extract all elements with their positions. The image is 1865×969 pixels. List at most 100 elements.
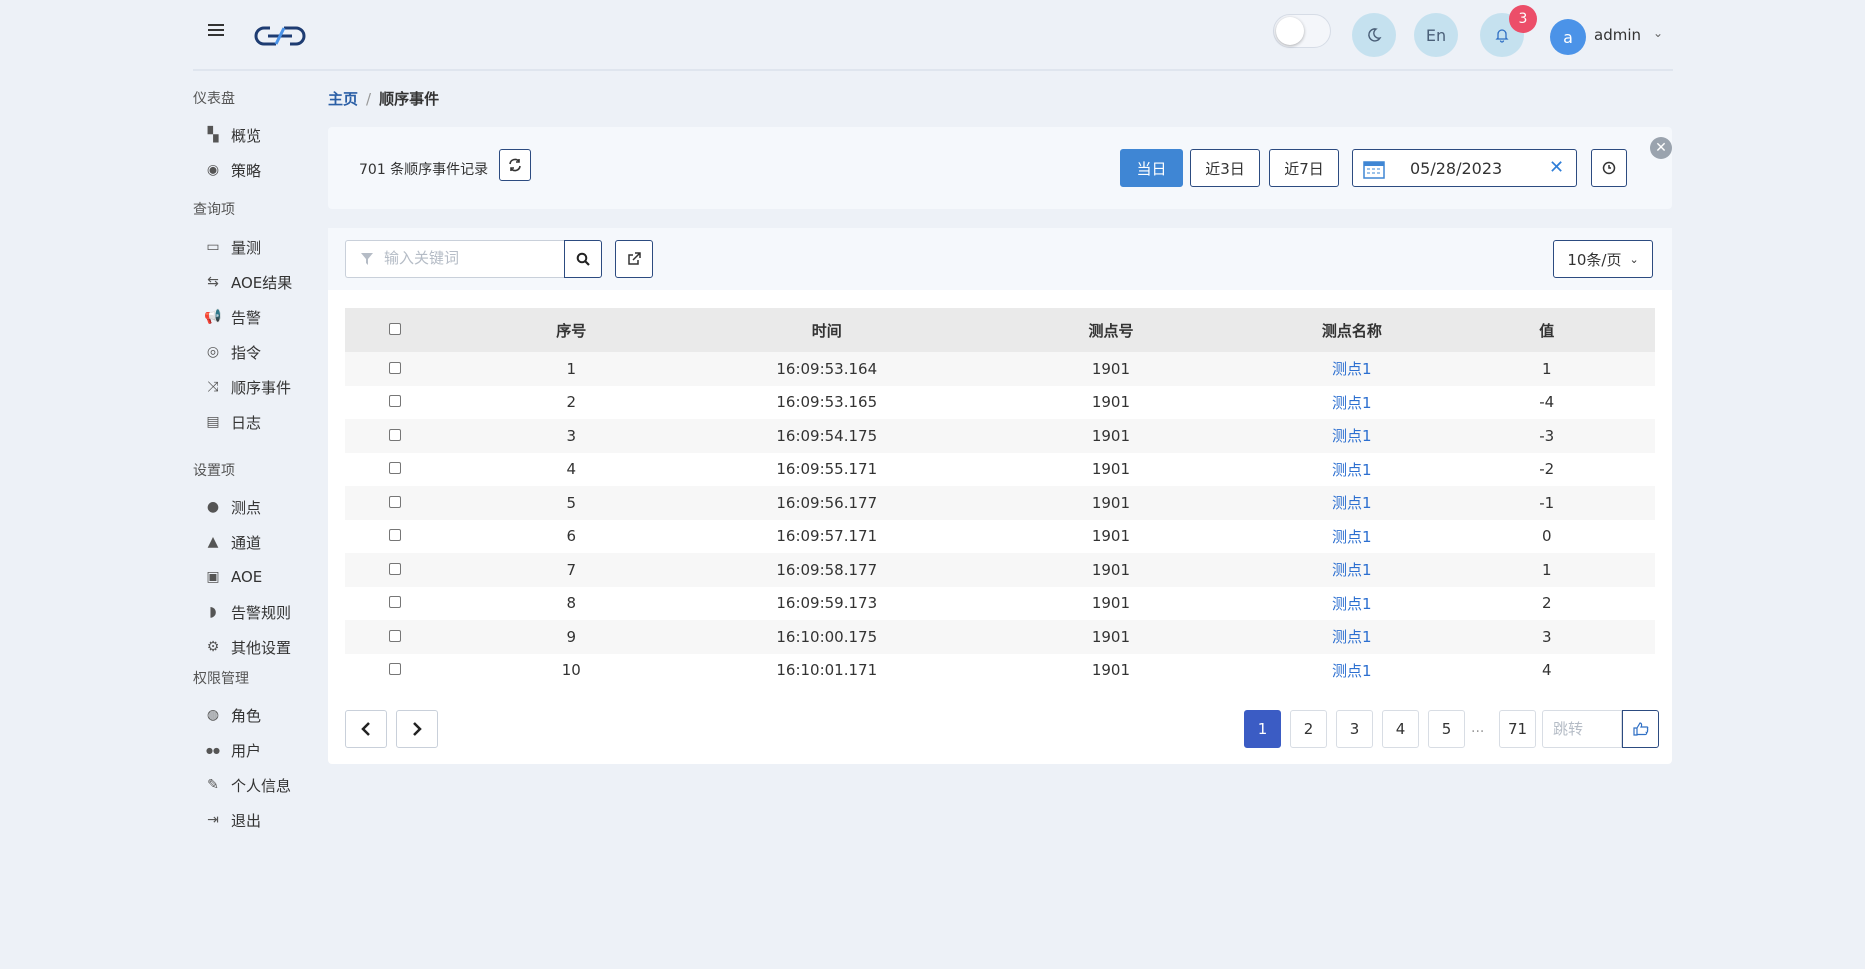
cell-value: -1	[1438, 486, 1655, 520]
point-name-link[interactable]: 测点1	[1332, 595, 1372, 613]
page-button[interactable]: 5	[1428, 710, 1465, 748]
point-name-link[interactable]: 测点1	[1332, 427, 1372, 445]
search-field[interactable]	[345, 240, 564, 278]
next-page-button[interactable]	[396, 710, 438, 748]
table-panel: 10条/页⌄ 序号 时间 测点号 测点名称 值 116:09:53.164190…	[328, 228, 1672, 764]
breadcrumb-current: 顺序事件	[379, 90, 440, 108]
table-row[interactable]: 5 16:09:56.177 1901 测点1 -1	[345, 486, 1655, 520]
row-checkbox[interactable]	[389, 629, 402, 642]
page-button[interactable]: 2	[1290, 710, 1327, 748]
table-row[interactable]: 9 16:10:00.175 1901 测点1 3	[345, 620, 1655, 654]
sidebar-item-label: AOE	[231, 568, 263, 586]
table-row[interactable]: 4 16:09:55.171 1901 测点1 -2	[345, 452, 1655, 486]
point-name-link[interactable]: 测点1	[1332, 494, 1372, 512]
username-label[interactable]: admin	[1594, 26, 1641, 44]
row-checkbox[interactable]	[389, 596, 402, 609]
sidebar-item[interactable]: ● 测点	[203, 492, 261, 522]
col-header-id[interactable]: 序号	[445, 308, 697, 352]
row-checkbox[interactable]	[389, 529, 402, 542]
point-name-link[interactable]: 测点1	[1332, 461, 1372, 479]
sidebar-item[interactable]: ◎ 指令	[203, 337, 261, 367]
dashboard-icon: ▚	[207, 127, 219, 143]
row-checkbox[interactable]	[389, 562, 402, 575]
jump-field[interactable]	[1542, 710, 1622, 748]
retweet-icon: ⇆	[207, 274, 219, 290]
table-row[interactable]: 6 16:09:57.171 1901 测点1 0	[345, 519, 1655, 553]
point-name-link[interactable]: 测点1	[1332, 662, 1372, 680]
col-header-value[interactable]: 值	[1438, 308, 1655, 352]
point-name-link[interactable]: 测点1	[1332, 360, 1372, 378]
row-checkbox[interactable]	[389, 395, 402, 408]
row-checkbox[interactable]	[389, 495, 402, 508]
cell-point-id: 1901	[956, 519, 1266, 553]
page-size-select[interactable]: 10条/页 ⌄	[1553, 240, 1653, 278]
cell-value: -4	[1438, 385, 1655, 419]
jump-go-button[interactable]	[1622, 710, 1659, 748]
cell-time: 16:09:53.165	[696, 385, 957, 419]
breadcrumb-home[interactable]: 主页	[328, 90, 358, 108]
table-row[interactable]: 3 16:09:54.175 1901 测点1 -3	[345, 419, 1655, 453]
sidebar-item[interactable]: 📢 告警	[203, 302, 261, 332]
theme-toggle[interactable]	[1273, 14, 1331, 48]
row-checkbox[interactable]	[389, 462, 402, 475]
col-header-time[interactable]: 时间	[696, 308, 957, 352]
sidebar-item[interactable]: ▣ AOE	[203, 562, 262, 592]
sidebar-item[interactable]: ▲ 通道	[203, 527, 261, 557]
hamburger-menu-icon[interactable]	[208, 24, 224, 36]
table-row[interactable]: 2 16:09:53.165 1901 测点1 -4	[345, 385, 1655, 419]
select-all-checkbox[interactable]	[389, 323, 402, 335]
sidebar-item[interactable]: ▤ 日志	[203, 407, 261, 437]
sidebar-item[interactable]: ◗ 告警规则	[203, 597, 291, 627]
export-button[interactable]	[615, 240, 653, 278]
chevron-down-icon[interactable]: ⌄	[1653, 26, 1663, 40]
sidebar-item[interactable]: ◍ 角色	[203, 700, 261, 730]
table-row[interactable]: 7 16:09:58.177 1901 测点1 1	[345, 553, 1655, 587]
table-row[interactable]: 10 16:10:01.171 1901 测点1 4	[345, 653, 1655, 687]
sidebar-item[interactable]: ◉ 策略	[203, 155, 261, 185]
sidebar-item[interactable]: ●● 用户	[203, 735, 261, 765]
clear-date-icon[interactable]: ✕	[1549, 157, 1564, 178]
sidebar-item[interactable]: ⇥ 退出	[203, 805, 261, 835]
cell-time: 16:09:57.171	[696, 519, 957, 553]
sidebar-item[interactable]: ▚ 概览	[203, 120, 261, 150]
row-checkbox[interactable]	[389, 428, 402, 441]
page-button-last[interactable]: 71	[1499, 710, 1536, 748]
sidebar-item-label: 告警规则	[231, 603, 292, 622]
jump-input[interactable]	[1553, 720, 1613, 738]
sidebar-item[interactable]: ⚙ 其他设置	[203, 632, 291, 662]
dark-mode-button[interactable]	[1352, 13, 1396, 57]
last-7-days-button[interactable]: 近7日	[1269, 149, 1339, 187]
refresh-button[interactable]	[499, 149, 531, 181]
search-input[interactable]	[384, 249, 554, 267]
avatar[interactable]: a	[1550, 19, 1586, 55]
page-button[interactable]: 3	[1336, 710, 1373, 748]
time-button[interactable]	[1591, 149, 1627, 187]
page-button[interactable]: 4	[1382, 710, 1419, 748]
point-name-link[interactable]: 测点1	[1332, 528, 1372, 546]
table-row[interactable]: 1 16:09:53.164 1901 测点1 1	[345, 352, 1655, 386]
last-3-days-button[interactable]: 近3日	[1190, 149, 1260, 187]
table-row[interactable]: 8 16:09:59.173 1901 测点1 2	[345, 586, 1655, 620]
sidebar-item[interactable]: ⇆ AOE结果	[203, 267, 292, 297]
today-button[interactable]: 当日	[1120, 149, 1183, 187]
record-count: 701 条顺序事件记录	[359, 162, 489, 178]
point-name-link[interactable]: 测点1	[1332, 628, 1372, 646]
sidebar-item[interactable]: ▭ 量测	[203, 232, 261, 262]
table-toolbar: 10条/页 ⌄	[328, 228, 1672, 290]
date-picker[interactable]: 05/28/2023 ✕	[1352, 149, 1577, 187]
language-button[interactable]: En	[1414, 13, 1458, 57]
point-name-link[interactable]: 测点1	[1332, 394, 1372, 412]
sidebar-item[interactable]: ✎ 个人信息	[203, 770, 291, 800]
col-header-point-id[interactable]: 测点号	[956, 308, 1266, 352]
sidebar-item[interactable]: ⤨ 顺序事件	[203, 372, 291, 402]
prev-page-button[interactable]	[345, 710, 387, 748]
page-button[interactable]: 1	[1244, 710, 1281, 748]
close-panel-icon[interactable]: ✕	[1650, 137, 1672, 159]
col-header-point-name[interactable]: 测点名称	[1265, 308, 1439, 352]
bullhorn-icon: 📢	[204, 309, 222, 325]
cell-value: -2	[1438, 452, 1655, 486]
row-checkbox[interactable]	[389, 663, 402, 676]
search-button[interactable]	[564, 240, 602, 278]
point-name-link[interactable]: 测点1	[1332, 561, 1372, 579]
row-checkbox[interactable]	[389, 361, 402, 374]
